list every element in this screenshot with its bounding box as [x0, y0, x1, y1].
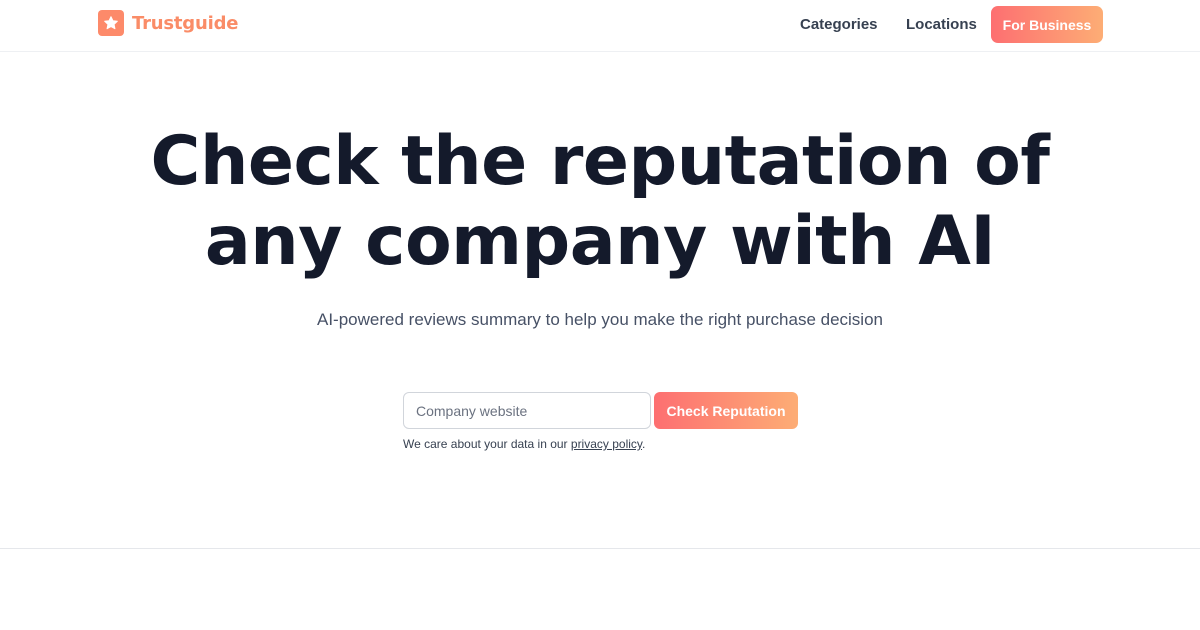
section-divider: [0, 548, 1200, 549]
company-website-input[interactable]: [403, 392, 651, 429]
hero-title: Check the reputation of any company with…: [0, 122, 1200, 282]
privacy-policy-link[interactable]: privacy policy: [571, 437, 642, 451]
star-icon: [98, 10, 124, 36]
brand-logo-link[interactable]: Trustguide: [98, 10, 238, 36]
privacy-note: We care about your data in our privacy p…: [403, 437, 645, 451]
for-business-button[interactable]: For Business: [991, 6, 1103, 43]
hero-title-line-2: any company with AI: [204, 202, 996, 281]
privacy-note-period: .: [642, 437, 646, 451]
check-reputation-button[interactable]: Check Reputation: [654, 392, 798, 429]
privacy-note-text: We care about your data in our: [403, 437, 571, 451]
top-navbar: Trustguide Categories Locations For Busi…: [0, 0, 1200, 52]
page: Trustguide Categories Locations For Busi…: [0, 0, 1200, 630]
hero-title-line-1: Check the reputation of: [150, 122, 1050, 201]
hero-subtitle: AI-powered reviews summary to help you m…: [317, 310, 883, 329]
brand-name: Trustguide: [132, 12, 239, 34]
nav-categories-link[interactable]: Categories: [800, 16, 878, 34]
nav-locations-link[interactable]: Locations: [906, 16, 977, 34]
